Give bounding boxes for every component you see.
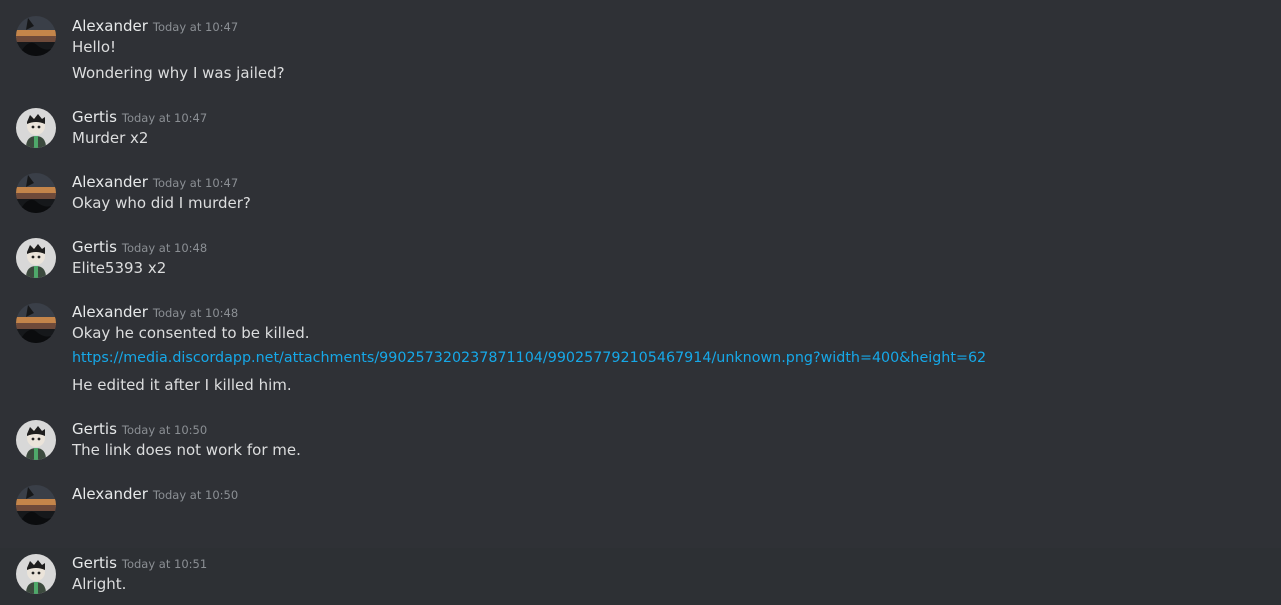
timestamp: Today at 10:50 (152, 488, 239, 502)
cartoon-avatar-icon (16, 554, 56, 594)
message-text: Wondering why I was jailed? (72, 64, 285, 82)
user-avatar-alexander[interactable] (16, 173, 56, 213)
message-group: Alexander Today at 10:47 Hello! Wondering… (0, 0, 1281, 96)
username[interactable]: Gertis (72, 554, 117, 572)
message-text: Alright. (72, 575, 127, 593)
attachment-link[interactable]: https://media.discordapp.net/attachments… (72, 350, 986, 366)
message-text: Murder x2 (72, 129, 149, 147)
username[interactable]: Alexander (72, 303, 148, 321)
username[interactable]: Alexander (72, 485, 148, 503)
username[interactable]: Gertis (72, 238, 117, 256)
chat-messages: Alexander Today at 10:47 Hello! Wondering… (0, 0, 1281, 605)
user-avatar-alexander[interactable] (16, 16, 56, 56)
user-avatar-alexander[interactable] (16, 303, 56, 343)
timestamp: Today at 10:48 (121, 241, 208, 255)
message-text: Hello! (72, 38, 117, 56)
message-group: Gertis Today at 10:48 Elite5393 x2 (0, 227, 1281, 292)
message-group: Gertis Today at 10:47 Murder x2 (0, 96, 1281, 162)
username[interactable]: Alexander (72, 173, 148, 191)
message-text: He edited it after I killed him. (72, 376, 292, 394)
timestamp: Today at 10:47 (152, 20, 239, 34)
user-avatar-alexander[interactable] (16, 485, 56, 525)
message-text: Elite5393 x2 (72, 259, 167, 277)
timestamp: Today at 10:47 (121, 111, 208, 125)
username[interactable]: Alexander (72, 17, 148, 35)
sunset-avatar-icon (16, 16, 56, 56)
username[interactable]: Gertis (72, 108, 117, 126)
username[interactable]: Gertis (72, 420, 117, 438)
sunset-avatar-icon (16, 303, 56, 343)
user-avatar-gertis[interactable] (16, 554, 56, 594)
message-text: The link does not work for me. (72, 441, 301, 459)
message-group: Alexander Today at 10:48 Okay he consente… (0, 292, 1281, 409)
cartoon-avatar-icon (16, 108, 56, 148)
user-avatar-gertis[interactable] (16, 238, 56, 278)
sunset-avatar-icon (16, 173, 56, 213)
message-group: Alexander Today at 10:47 Okay who did I m… (0, 162, 1281, 227)
sunset-avatar-icon (16, 485, 56, 525)
timestamp: Today at 10:48 (152, 306, 239, 320)
message-group: Gertis Today at 10:50 The link does not w… (0, 409, 1281, 474)
user-avatar-gertis[interactable] (16, 108, 56, 148)
timestamp: Today at 10:47 (152, 176, 239, 190)
message-text: Okay who did I murder? (72, 194, 251, 212)
timestamp: Today at 10:51 (121, 557, 208, 571)
timestamp: Today at 10:50 (121, 423, 208, 437)
user-avatar-gertis[interactable] (16, 420, 56, 460)
message-text: Okay he consented to be killed. (72, 324, 310, 342)
message-group: Gertis Today at 10:51 Alright. (0, 548, 1281, 605)
message-group: Alexander Today at 10:50 (0, 474, 1281, 548)
cartoon-avatar-icon (16, 420, 56, 460)
cartoon-avatar-icon (16, 238, 56, 278)
